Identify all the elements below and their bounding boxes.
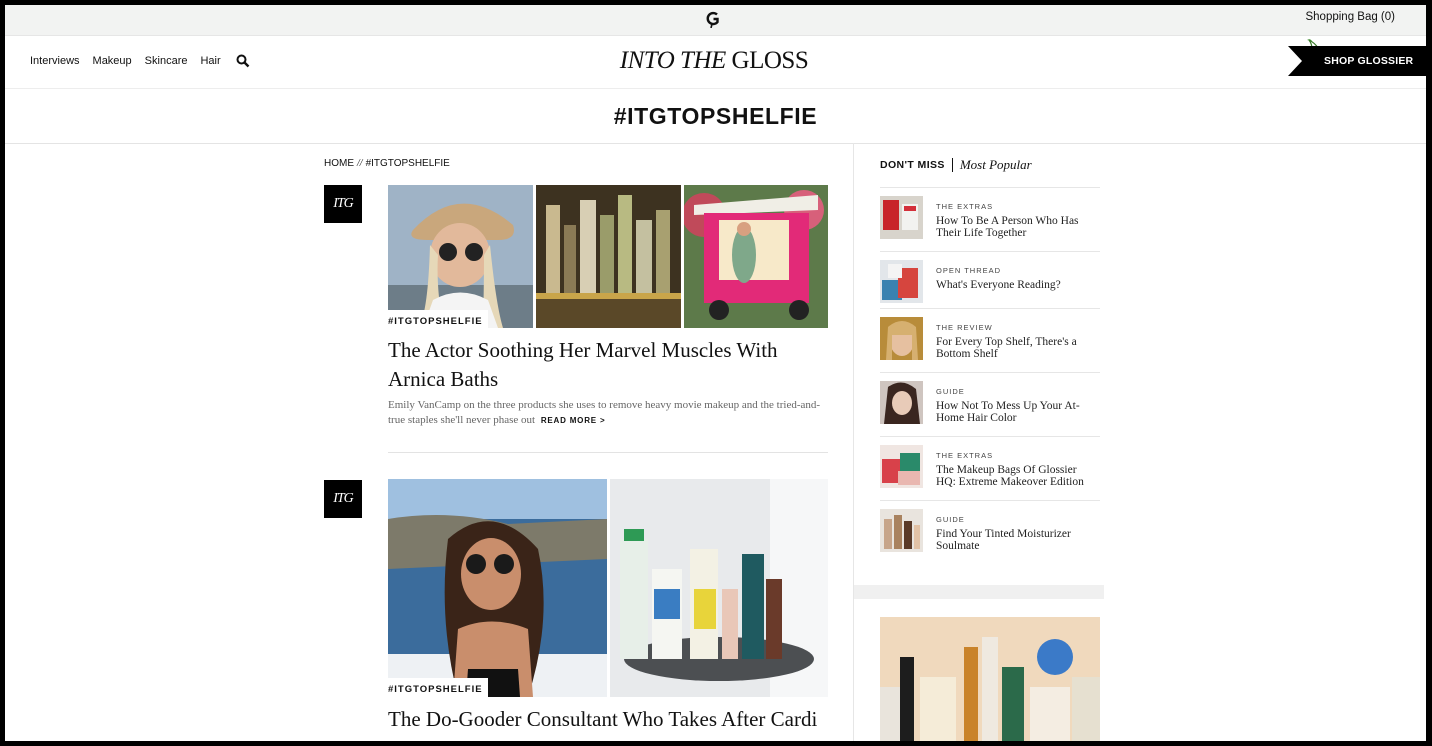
- main-nav: Interviews Makeup Skincare Hair INTO THE…: [5, 36, 1426, 88]
- site-logo[interactable]: INTO THE GLOSS: [614, 47, 814, 75]
- promo-image[interactable]: [880, 617, 1100, 741]
- list-item-thumbnail: [880, 445, 923, 488]
- list-item-thumbnail: [880, 509, 923, 552]
- list-item[interactable]: THE REVIEW For Every Top Shelf, There's …: [880, 308, 1100, 372]
- list-item-category: GUIDE: [936, 387, 965, 396]
- list-item[interactable]: GUIDE Find Your Tinted Moisturizer Soulm…: [880, 500, 1100, 564]
- list-item-title: For Every Top Shelf, There's a Bottom Sh…: [936, 336, 1077, 360]
- itg-badge-icon: ITG: [324, 480, 362, 518]
- article-image-shelf[interactable]: [610, 479, 828, 697]
- list-item-thumbnail: [880, 196, 923, 239]
- nav-link-makeup[interactable]: Makeup: [93, 55, 132, 67]
- list-item[interactable]: GUIDE How Not To Mess Up Your At-Home Ha…: [880, 372, 1100, 436]
- logo-text: GLOSS: [731, 47, 809, 74]
- article-tag[interactable]: #ITGTOPSHELFIE: [388, 310, 488, 331]
- nav-link-interviews[interactable]: Interviews: [30, 55, 80, 67]
- page-title: #ITGTOPSHELFIE: [613, 102, 818, 129]
- list-item-category: OPEN THREAD: [936, 266, 1002, 275]
- list-item-thumbnail: [880, 381, 923, 424]
- list-item-title: Find Your Tinted Moisturizer Soulmate: [936, 528, 1071, 552]
- article-title[interactable]: The Actor Soothing Her Marvel Muscles Wi…: [388, 336, 778, 394]
- read-more-link[interactable]: READ MORE >: [541, 416, 606, 425]
- search-icon[interactable]: [236, 54, 250, 68]
- article-image-shelf[interactable]: [536, 185, 681, 328]
- nav-links: Interviews Makeup Skincare Hair: [30, 54, 250, 68]
- dont-miss-tab[interactable]: DON'T MISS: [880, 159, 945, 171]
- list-item[interactable]: OPEN THREAD What's Everyone Reading?: [880, 251, 1100, 308]
- list-item-thumbnail: [880, 317, 923, 360]
- sidebar-divider: [853, 143, 854, 741]
- shopping-bag-link[interactable]: Shopping Bag (0): [1305, 11, 1395, 23]
- list-item-title: The Makeup Bags Of Glossier HQ: Extreme …: [936, 464, 1084, 488]
- list-item-thumbnail: [880, 260, 923, 303]
- article-title[interactable]: The Do-Gooder Consultant Who Takes After…: [388, 705, 817, 734]
- sidebar-header: DON'T MISS Most Popular: [880, 157, 1032, 173]
- list-item[interactable]: THE EXTRAS How To Be A Person Who Has Th…: [880, 187, 1100, 251]
- article-divider: [388, 452, 828, 453]
- article-tag[interactable]: #ITGTOPSHELFIE: [388, 678, 488, 699]
- nav-link-skincare[interactable]: Skincare: [145, 55, 188, 67]
- list-item-category: GUIDE: [936, 515, 965, 524]
- breadcrumb-separator: //: [357, 158, 363, 169]
- list-item-title: How To Be A Person Who Has Their Life To…: [936, 215, 1079, 239]
- top-bar: Shopping Bag (0): [5, 5, 1426, 36]
- itg-badge-icon: ITG: [324, 185, 362, 223]
- list-item[interactable]: THE EXTRAS The Makeup Bags Of Glossier H…: [880, 436, 1100, 500]
- breadcrumb: HOME//#ITGTOPSHELFIE: [324, 158, 450, 169]
- header-separator: [951, 158, 953, 172]
- shop-glossier-button[interactable]: SHOP GLOSSIER: [1288, 46, 1426, 76]
- list-item-title: What's Everyone Reading?: [936, 279, 1061, 291]
- article-image-portrait[interactable]: [388, 185, 533, 328]
- nav-link-hair[interactable]: Hair: [200, 55, 220, 67]
- glossier-logo-icon[interactable]: [706, 11, 720, 29]
- popular-list: THE EXTRAS How To Be A Person Who Has Th…: [880, 187, 1100, 564]
- browser-viewport: Shopping Bag (0) Interviews Makeup Skinc…: [5, 5, 1426, 741]
- article-image-portrait[interactable]: [388, 479, 607, 697]
- list-item-category: THE EXTRAS: [936, 451, 994, 460]
- logo-italic-text: INTO THE: [619, 47, 727, 74]
- page-heading-bar: #ITGTOPSHELFIE: [5, 88, 1426, 144]
- breadcrumb-current: #ITGTOPSHELFIE: [365, 158, 450, 169]
- article-image-tuktuk[interactable]: [684, 185, 828, 328]
- article-excerpt: Emily VanCamp on the three products she …: [388, 398, 828, 428]
- most-popular-tab[interactable]: Most Popular: [960, 157, 1032, 173]
- article-title-line: Arnica Baths: [388, 367, 499, 391]
- article-title-line: The Actor Soothing Her Marvel Muscles Wi…: [388, 338, 778, 362]
- article-title-line: The Do-Gooder Consultant Who Takes After…: [388, 707, 818, 731]
- breadcrumb-home[interactable]: HOME: [324, 158, 354, 169]
- sidebar-spacer: [854, 585, 1104, 599]
- list-item-category: THE REVIEW: [936, 323, 993, 332]
- list-item-category: THE EXTRAS: [936, 202, 994, 211]
- list-item-title: How Not To Mess Up Your At-Home Hair Col…: [936, 400, 1080, 424]
